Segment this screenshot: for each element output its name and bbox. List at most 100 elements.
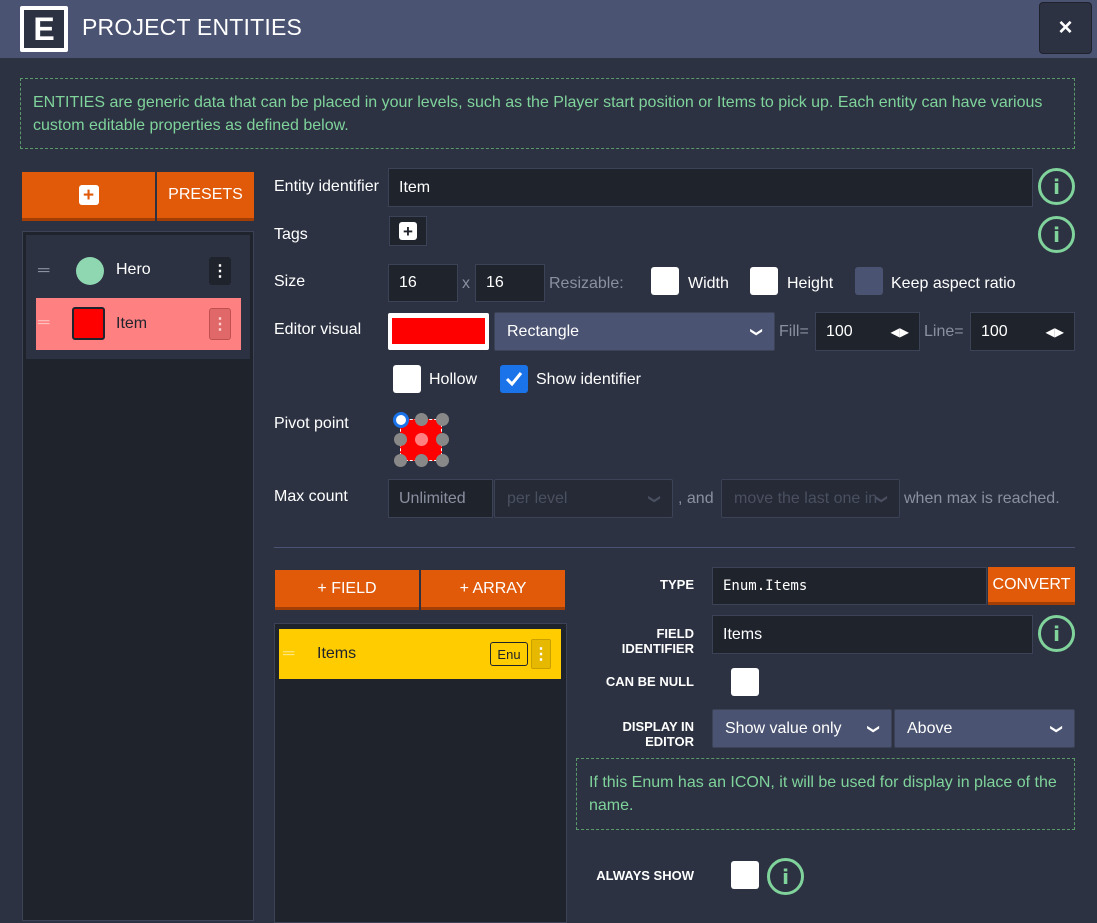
keep-aspect-checkbox[interactable] (855, 267, 883, 295)
stepper-icon[interactable]: ◀▶ (1046, 325, 1064, 339)
size-width-input[interactable]: 16 (388, 264, 458, 302)
fill-input[interactable]: 100 ◀▶ (815, 312, 920, 351)
convert-button[interactable]: CONVERT (988, 567, 1075, 605)
render-mode-value: Rectangle (507, 322, 580, 340)
pivot-dot-selected[interactable] (393, 412, 409, 428)
add-field-button[interactable]: + FIELD (275, 570, 419, 610)
info-icon[interactable]: i (1038, 168, 1075, 205)
field-type-value: Enum.Items (712, 567, 987, 605)
add-array-button[interactable]: + ARRAY (421, 570, 565, 610)
drag-handle-icon[interactable]: ═ (38, 262, 49, 280)
can-be-null-checkbox[interactable] (731, 668, 759, 696)
entity-list-panel: ═ Hero ⋮ ═ Item ⋮ (22, 231, 254, 921)
hollow-checkbox[interactable] (393, 365, 421, 393)
entity-menu-icon[interactable]: ⋮ (209, 257, 231, 285)
field-menu-icon[interactable]: ⋮ (531, 639, 551, 669)
drag-handle-icon[interactable]: ═ (38, 314, 49, 332)
field-identifier-label-line2: IDENTIFIER (621, 641, 694, 656)
field-item[interactable]: ═ Items Enu ⋮ (279, 629, 561, 679)
size-height-input[interactable]: 16 (475, 264, 545, 302)
entity-name: Hero (116, 261, 151, 278)
entity-item-item[interactable]: ═ Item ⋮ (36, 298, 241, 350)
add-entity-button[interactable]: + (22, 172, 155, 221)
display-in-editor-label: DISPLAY IN EDITOR (590, 719, 694, 749)
pivot-dot[interactable] (415, 413, 428, 426)
drag-handle-icon[interactable]: ═ (283, 645, 294, 663)
chevron-down-icon: ❯ (647, 493, 662, 504)
entity-menu-icon[interactable]: ⋮ (209, 308, 231, 340)
page-title: PROJECT ENTITIES (82, 14, 303, 40)
can-be-null-label: CAN BE NULL (605, 674, 694, 689)
pivot-dot[interactable] (415, 433, 428, 446)
field-identifier-input[interactable]: Items (712, 615, 1033, 654)
height-label: Height (787, 275, 834, 292)
when-max-label: when max is reached. (904, 490, 1060, 507)
keep-aspect-label: Keep aspect ratio (891, 275, 1016, 292)
logo-letter: E (24, 10, 64, 48)
show-identifier-label: Show identifier (536, 371, 641, 388)
pivot-dot[interactable] (415, 454, 428, 467)
hero-circle-icon (76, 257, 104, 285)
close-button[interactable]: × (1039, 2, 1092, 54)
resizable-height-checkbox[interactable] (750, 267, 778, 295)
max-count-label: Max count (274, 488, 348, 505)
size-x-label: x (462, 275, 470, 292)
field-name: Items (317, 645, 357, 662)
field-type-badge: Enu (490, 642, 528, 666)
info-icon[interactable]: i (1038, 615, 1075, 652)
fill-label: Fill= (779, 323, 809, 340)
line-input[interactable]: 100 ◀▶ (970, 312, 1075, 351)
plus-icon: + (78, 185, 99, 205)
entity-identifier-input[interactable]: Item (388, 168, 1033, 207)
display-mode-select[interactable]: Show value only ❯ (712, 709, 892, 748)
max-count-input[interactable]: Unlimited (388, 479, 493, 518)
pivot-label: Pivot point (274, 415, 349, 432)
field-identifier-label-line1: FIELD (656, 626, 694, 641)
pivot-dot[interactable] (394, 454, 407, 467)
editor-visual-label: Editor visual (274, 321, 362, 338)
pivot-dot[interactable] (394, 433, 407, 446)
pivot-dot[interactable] (436, 433, 449, 446)
resizable-width-checkbox[interactable] (651, 267, 679, 295)
and-label: , and (678, 490, 714, 507)
size-label: Size (274, 273, 306, 290)
visual-color-picker[interactable] (388, 313, 489, 350)
entity-item-hero[interactable]: ═ Hero ⋮ (36, 247, 241, 295)
stepper-icon[interactable]: ◀▶ (891, 325, 909, 339)
add-tag-button[interactable]: + (389, 216, 427, 246)
render-mode-select[interactable]: Rectangle ❯ (494, 312, 775, 351)
field-list-panel: ═ Items Enu ⋮ (274, 623, 567, 923)
identifier-label: Entity identifier (274, 178, 379, 195)
tags-label: Tags (274, 226, 308, 243)
line-label: Line= (924, 323, 964, 340)
plus-icon: + (399, 222, 417, 240)
fill-value: 100 (826, 322, 853, 340)
info-icon[interactable]: i (1038, 216, 1075, 253)
per-level-value: per level (507, 489, 568, 507)
display-mode-value: Show value only (725, 719, 842, 737)
app-logo: E (20, 6, 68, 52)
width-label: Width (688, 275, 729, 292)
always-show-checkbox[interactable] (731, 861, 759, 889)
pivot-dot[interactable] (436, 413, 449, 426)
resizable-label: Resizable: (549, 275, 624, 292)
display-label-line2: EDITOR (645, 734, 694, 749)
max-behavior-select[interactable]: move the last one in ❯ (721, 479, 900, 518)
pivot-dot[interactable] (436, 454, 449, 467)
pivot-selector[interactable] (388, 408, 452, 470)
presets-button[interactable]: PRESETS (157, 172, 254, 221)
item-rect-icon (72, 307, 105, 340)
max-behavior-value: move the last one in (734, 489, 877, 507)
per-level-select[interactable]: per level ❯ (494, 479, 673, 518)
show-identifier-checkbox[interactable] (500, 365, 528, 393)
entity-name: Item (116, 315, 148, 332)
field-identifier-label: FIELD IDENTIFIER (590, 626, 694, 656)
info-icon[interactable]: i (767, 858, 804, 895)
entities-help-text: ENTITIES are generic data that can be pl… (20, 78, 1075, 149)
display-position-select[interactable]: Above ❯ (894, 709, 1075, 748)
check-icon (505, 372, 523, 387)
color-swatch (392, 318, 485, 344)
chevron-down-icon: ❯ (1049, 723, 1064, 734)
chevron-down-icon: ❯ (866, 723, 881, 734)
display-label-line1: DISPLAY IN (622, 719, 694, 734)
